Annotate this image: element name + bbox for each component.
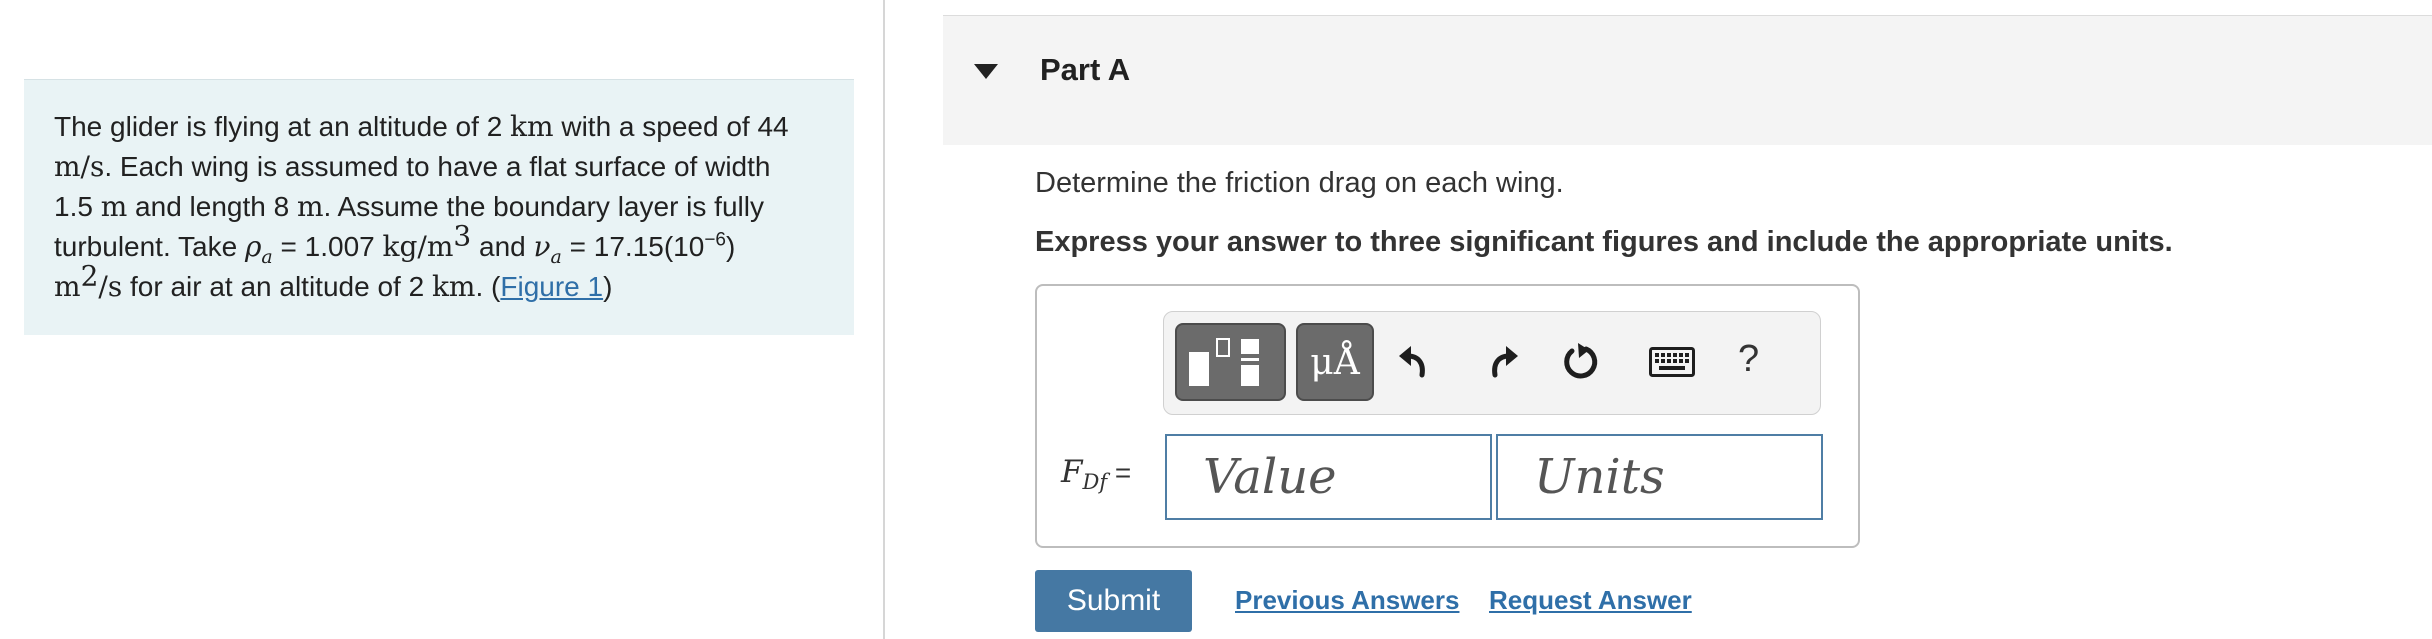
answer-variable-label: FDf = xyxy=(1061,454,1131,494)
collapse-caret-icon[interactable] xyxy=(974,64,998,79)
help-button[interactable]: ? xyxy=(1738,338,1759,381)
templates-icon xyxy=(1189,338,1259,386)
problem-text: for air at an altitude of 2 xyxy=(122,271,432,302)
answer-instructions: Express your answer to three significant… xyxy=(1035,226,2173,258)
part-header: Part A xyxy=(943,15,2432,145)
unit-m2: m xyxy=(54,270,81,303)
problem-text: The glider is flying at an altitude of 2 xyxy=(54,111,511,142)
equals-sign: = xyxy=(1107,457,1132,488)
unit-km: km xyxy=(510,110,554,143)
templates-button[interactable] xyxy=(1175,323,1286,401)
reset-icon[interactable] xyxy=(1556,337,1606,387)
symbols-button[interactable]: μÅ xyxy=(1296,323,1374,401)
problem-text: = 1.007 xyxy=(272,231,383,262)
previous-answers-link[interactable]: Previous Answers xyxy=(1235,585,1459,616)
problem-text: ) xyxy=(603,271,613,302)
undo-icon[interactable] xyxy=(1392,337,1442,387)
unit-km: km xyxy=(431,270,476,303)
nu-symbol: ν xyxy=(533,230,551,263)
nu-subscript: a xyxy=(550,245,562,268)
units-input[interactable] xyxy=(1496,434,1823,520)
question-text: Determine the friction drag on each wing… xyxy=(1035,167,1564,199)
rho-subscript: a xyxy=(261,245,273,268)
problem-text: = 17.15(10 xyxy=(561,231,705,262)
problem-text: with a speed of 44 xyxy=(553,111,789,142)
panel-divider xyxy=(883,0,885,639)
exponent: −6 xyxy=(704,229,726,251)
variable-symbol: F xyxy=(1061,454,1083,490)
problem-text: 1.5 xyxy=(54,191,101,222)
redo-icon[interactable] xyxy=(1475,337,1525,387)
unit-kg-per-m3: kg/m xyxy=(382,230,454,263)
figure-link[interactable]: Figure 1 xyxy=(500,271,603,302)
problem-text: . Each wing is assumed to have a flat su… xyxy=(104,151,771,182)
exponent: 3 xyxy=(453,219,472,253)
request-answer-link[interactable]: Request Answer xyxy=(1489,585,1692,616)
unit-m: m xyxy=(100,190,128,223)
problem-text: . Assume the boundary layer is fully xyxy=(323,191,764,222)
unit-m-per-s: m/s xyxy=(54,150,105,183)
problem-text: . ( xyxy=(475,271,501,302)
problem-text: turbulent. Take xyxy=(54,231,245,262)
variable-subscript: Df xyxy=(1082,470,1108,495)
submit-button[interactable]: Submit xyxy=(1035,570,1192,632)
unit-m: m xyxy=(296,190,324,223)
problem-statement: The glider is flying at an altitude of 2… xyxy=(24,79,854,335)
math-toolbar: μÅ ? xyxy=(1163,311,1821,415)
unit-per-s: /s xyxy=(98,270,123,303)
keyboard-icon[interactable] xyxy=(1649,347,1695,382)
rho-symbol: ρ xyxy=(244,230,262,263)
exponent: 2 xyxy=(80,259,99,293)
problem-text: and xyxy=(471,231,534,262)
problem-text: and length 8 xyxy=(127,191,297,222)
value-input[interactable] xyxy=(1165,434,1492,520)
answer-box: μÅ ? FDf = Value Units xyxy=(1035,284,1860,548)
part-title: Part A xyxy=(1040,52,1131,87)
problem-text: ) xyxy=(725,231,736,262)
